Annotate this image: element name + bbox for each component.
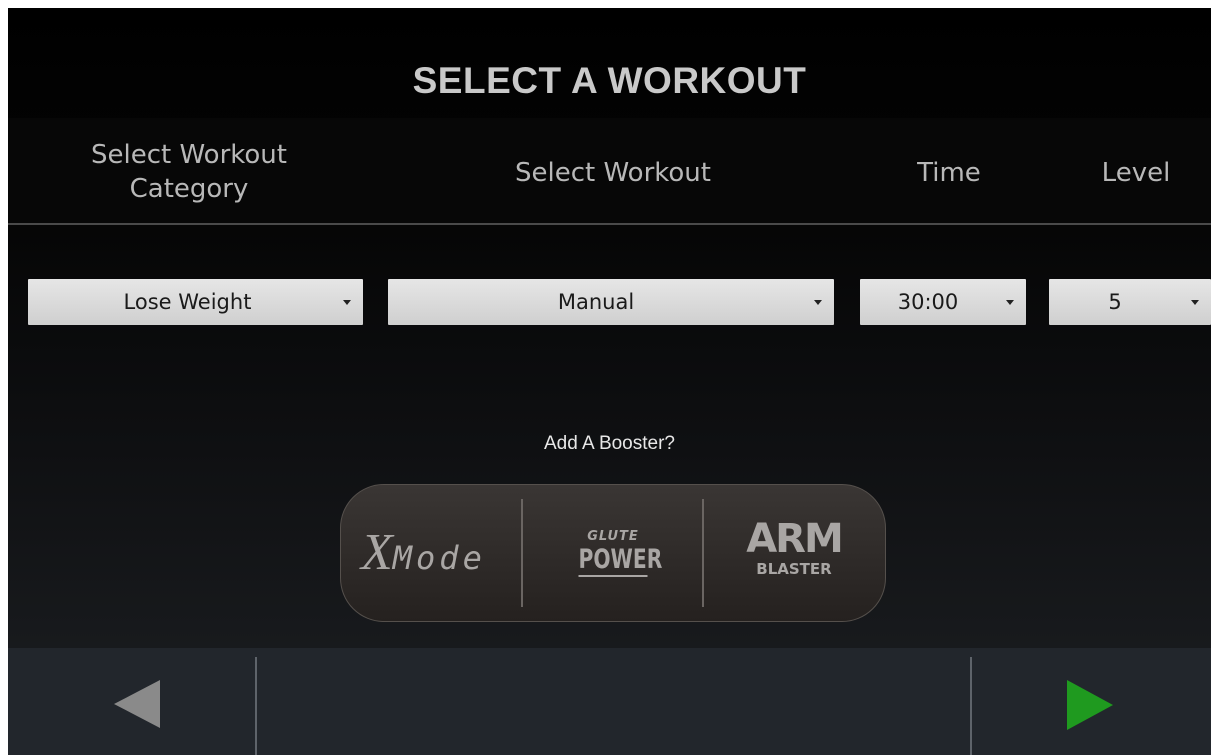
back-button[interactable]	[8, 648, 255, 755]
booster-prompt: Add A Booster?	[544, 433, 675, 454]
footer-divider	[255, 657, 257, 755]
workout-selection-screen: SELECT A WORKOUT Select Workout Category…	[8, 8, 1211, 755]
left-triangle-icon	[114, 680, 160, 728]
time-dropdown-value: 30:00	[897, 290, 959, 314]
xmode-logo-mode: Mode	[392, 539, 486, 577]
chevron-down-icon	[343, 300, 351, 305]
time-dropdown[interactable]: 30:00	[860, 279, 1026, 325]
xmode-logo: XMode	[361, 523, 486, 588]
booster-selector: XMode GLUTE POWER ARM BLASTER	[340, 484, 886, 622]
workout-dropdown[interactable]: Manual	[388, 279, 834, 325]
booster-xmode-button[interactable]: XMode	[341, 485, 521, 621]
chevron-down-icon	[814, 300, 822, 305]
arm-blaster-logo-top: ARM	[746, 516, 844, 562]
level-dropdown-value: 5	[1108, 290, 1122, 314]
page-title: SELECT A WORKOUT	[412, 60, 807, 101]
column-header-category: Select Workout Category	[58, 138, 320, 206]
category-dropdown-value: Lose Weight	[123, 290, 252, 314]
xmode-logo-x: X	[361, 524, 393, 581]
next-button[interactable]	[972, 648, 1211, 755]
column-header-category-line1: Select Workout	[91, 140, 287, 170]
category-dropdown[interactable]: Lose Weight	[28, 279, 363, 325]
arm-blaster-logo-bottom: BLASTER	[756, 560, 832, 578]
glute-power-logo-top: GLUTE	[587, 529, 639, 544]
column-header-level: Level	[1101, 158, 1171, 188]
right-triangle-icon	[1067, 680, 1113, 730]
booster-glute-power-button[interactable]: GLUTE POWER	[523, 485, 702, 621]
header-divider	[8, 223, 1211, 225]
footer-nav-bar	[8, 648, 1211, 755]
booster-arm-blaster-button[interactable]: ARM BLASTER	[704, 485, 885, 621]
level-dropdown[interactable]: 5	[1049, 279, 1211, 325]
workout-dropdown-value: Manual	[557, 290, 635, 314]
chevron-down-icon	[1191, 300, 1199, 305]
chevron-down-icon	[1006, 300, 1014, 305]
column-header-workout: Select Workout	[515, 158, 711, 188]
glute-power-logo-bottom: POWER	[578, 544, 663, 577]
column-header-time: Time	[917, 158, 981, 188]
column-header-category-line2: Category	[129, 174, 249, 204]
